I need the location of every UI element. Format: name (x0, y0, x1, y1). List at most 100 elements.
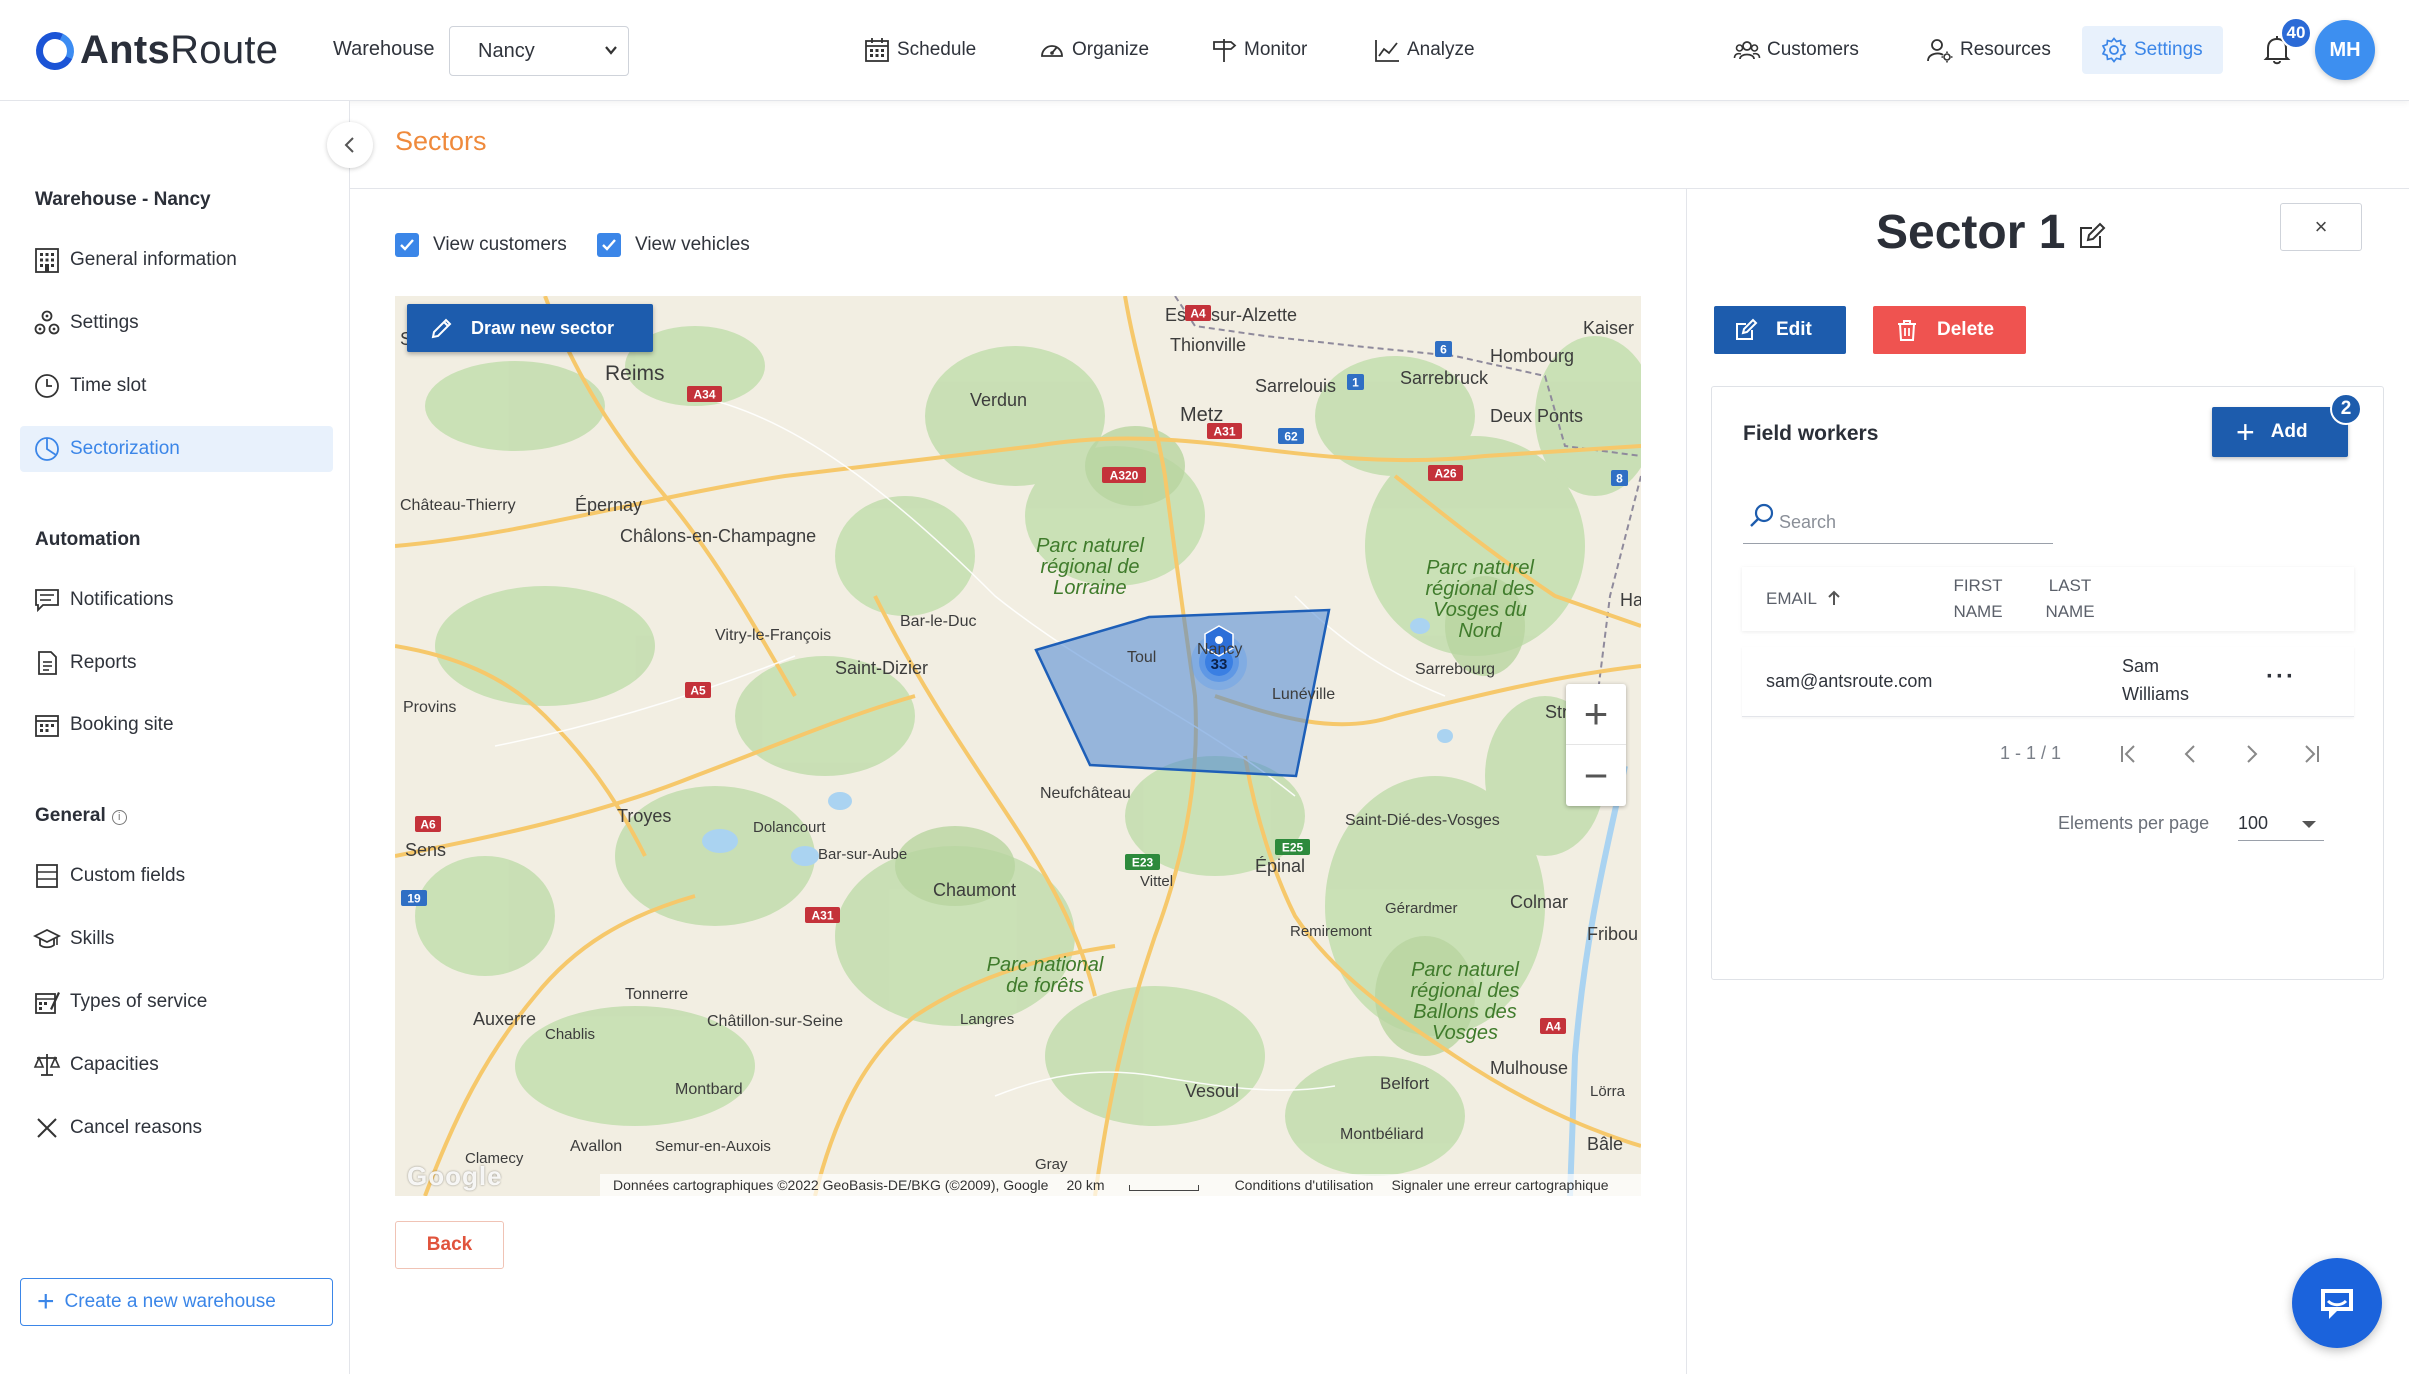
map-scale: 20 km (1066, 1177, 1216, 1193)
map-place-label: Bâle (1587, 1134, 1623, 1154)
table-row[interactable]: sam@antsroute.com Sam Williams ··· (1742, 647, 2354, 717)
plus-icon: + (37, 1285, 55, 1318)
nav-organize-label: Organize (1072, 39, 1150, 60)
sidebar-item-notifications[interactable]: Notifications (20, 577, 333, 623)
sidebar-item-label: Skills (70, 928, 115, 949)
gear-icon (2101, 37, 2127, 63)
sidebar-item-time-slot[interactable]: Time slot (20, 363, 333, 409)
view-customers-label: View customers (433, 234, 567, 255)
field-workers-card: Field workers + Add 2 EMAIL FIRST NAME L… (1711, 386, 2384, 980)
sidebar-item-types-of-service[interactable]: Types of service (20, 979, 333, 1025)
sidebar-item-capacities[interactable]: Capacities (20, 1042, 333, 1088)
map-place-label: Château-Thierry (400, 497, 516, 514)
map-place-label: Metz (1180, 404, 1223, 426)
edit-title-icon[interactable] (2076, 220, 2108, 252)
warehouse-label: Warehouse (333, 38, 435, 60)
column-email[interactable]: EMAIL (1766, 586, 1841, 612)
warehouse-heading: Warehouse - Nancy (35, 189, 211, 210)
view-customers-checkbox[interactable]: View customers (395, 233, 567, 257)
zoom-out-button[interactable]: − (1566, 745, 1626, 806)
view-vehicles-checkbox[interactable]: View vehicles (597, 233, 750, 257)
user-avatar[interactable]: MH (2315, 20, 2375, 80)
column-first-name-line1: FIRST (1953, 576, 2003, 595)
map-place-label: Vitry-le-François (715, 627, 831, 644)
sector-map[interactable]: 33 SoissonsReimsVerdunMetzThionvilleEsch… (395, 296, 1641, 1196)
add-field-worker-label: Add (2270, 421, 2308, 442)
nav-schedule[interactable]: Schedule (863, 33, 976, 67)
edit-sector-button[interactable]: Edit (1714, 306, 1846, 354)
nav-customers[interactable]: Customers (1733, 33, 1859, 67)
sidebar-item-sectorization[interactable]: Sectorization (20, 426, 333, 472)
nav-analyze-label: Analyze (1407, 39, 1475, 60)
brand-name-bold: Ants (80, 28, 171, 72)
top-bar: AntsRoute Warehouse Nancy Schedule Organ… (0, 0, 2409, 101)
sidebar-item-settings[interactable]: Settings (20, 300, 333, 346)
nav-analyze[interactable]: Analyze (1373, 33, 1475, 67)
sidebar-item-general-information[interactable]: General information (20, 237, 333, 283)
info-icon[interactable]: i (111, 810, 127, 825)
back-button[interactable]: Back (395, 1221, 504, 1269)
prev-page-icon[interactable] (2178, 741, 2204, 767)
column-last-name-line2: NAME (2045, 602, 2095, 621)
map-place-label: Châtillon-sur-Seine (707, 1013, 843, 1030)
column-first-name[interactable]: FIRST NAME (1928, 573, 2028, 625)
add-field-worker-button[interactable]: + Add (2212, 407, 2348, 457)
road-shield-label: A6 (420, 818, 436, 832)
nav-settings-label: Settings (2134, 39, 2203, 60)
road-shield-label: A31 (1213, 425, 1235, 439)
map-place-label: Bar-sur-Aube (818, 846, 907, 863)
map-place-label: Neufchâteau (1040, 785, 1131, 802)
map-report-error-link[interactable]: Signaler une erreur cartographique (1391, 1177, 1608, 1193)
sidebar-item-custom-fields[interactable]: Custom fields (20, 853, 333, 899)
map-place-label: Épinal (1255, 856, 1305, 876)
antsroute-logo[interactable]: AntsRoute (30, 26, 278, 75)
field-workers-title: Field workers (1743, 422, 1879, 445)
collapse-sidebar-button[interactable] (327, 122, 373, 168)
map-place-label: Provins (403, 699, 456, 716)
cogs-icon (34, 310, 60, 335)
map-canvas[interactable]: 33 SoissonsReimsVerdunMetzThionvilleEsch… (395, 296, 1641, 1196)
map-zoom-controls: + − (1566, 684, 1626, 806)
chat-support-button[interactable] (2292, 1258, 2382, 1348)
map-place-label: Châlons-en-Champagne (620, 526, 816, 546)
create-warehouse-button[interactable]: + Create a new warehouse (20, 1278, 333, 1326)
next-page-icon[interactable] (2238, 741, 2264, 767)
delete-sector-button[interactable]: Delete (1873, 306, 2026, 354)
nav-settings[interactable]: Settings (2082, 26, 2223, 74)
row-more-icon[interactable]: ··· (2266, 663, 2296, 691)
trash-icon (1898, 320, 1916, 341)
sidebar-item-label: Time slot (70, 375, 147, 396)
map-place-label: Sarrelouis (1255, 376, 1336, 396)
zoom-in-button[interactable]: + (1566, 684, 1626, 745)
sidebar-item-cancel-reasons[interactable]: Cancel reasons (20, 1105, 333, 1151)
road-shield-label: A320 (1110, 469, 1139, 483)
draw-new-sector-label: Draw new sector (471, 317, 615, 338)
road-shield-label: 6 (1440, 343, 1447, 357)
map-place-label: Auxerre (473, 1009, 536, 1029)
map-place-label: Sarrebourg (1415, 661, 1495, 678)
delete-sector-label: Delete (1937, 319, 1995, 340)
map-place-label: Lörra (1590, 1083, 1626, 1100)
nav-resources[interactable]: Resources (1926, 33, 2051, 67)
list-box-icon (36, 864, 58, 888)
warehouse-select[interactable]: Nancy (449, 26, 629, 76)
draw-new-sector-button[interactable]: Draw new sector (407, 304, 653, 352)
search-input[interactable] (1779, 509, 2039, 535)
nav-organize[interactable]: Organize (1038, 33, 1149, 67)
map-place-label: Gray (1035, 1156, 1068, 1173)
per-page-select[interactable]: 100 (2238, 805, 2324, 841)
last-page-icon[interactable] (2298, 741, 2324, 767)
map-terms-link[interactable]: Conditions d'utilisation (1235, 1177, 1374, 1193)
map-place-label: Colmar (1510, 892, 1568, 912)
nav-monitor[interactable]: Monitor (1210, 33, 1307, 67)
map-place-label: Dolancourt (753, 819, 826, 836)
sidebar-item-skills[interactable]: Skills (20, 916, 333, 962)
sidebar-item-booking-site[interactable]: Booking site (20, 702, 333, 748)
page-title: Sectors (395, 126, 487, 156)
first-page-icon[interactable] (2116, 741, 2142, 767)
road-shield-label: 62 (1284, 430, 1298, 444)
column-last-name[interactable]: LAST NAME (2020, 573, 2120, 625)
close-panel-button[interactable]: × (2280, 203, 2362, 251)
sidebar-item-reports[interactable]: Reports (20, 640, 333, 686)
map-place-label: Chaumont (933, 880, 1016, 900)
